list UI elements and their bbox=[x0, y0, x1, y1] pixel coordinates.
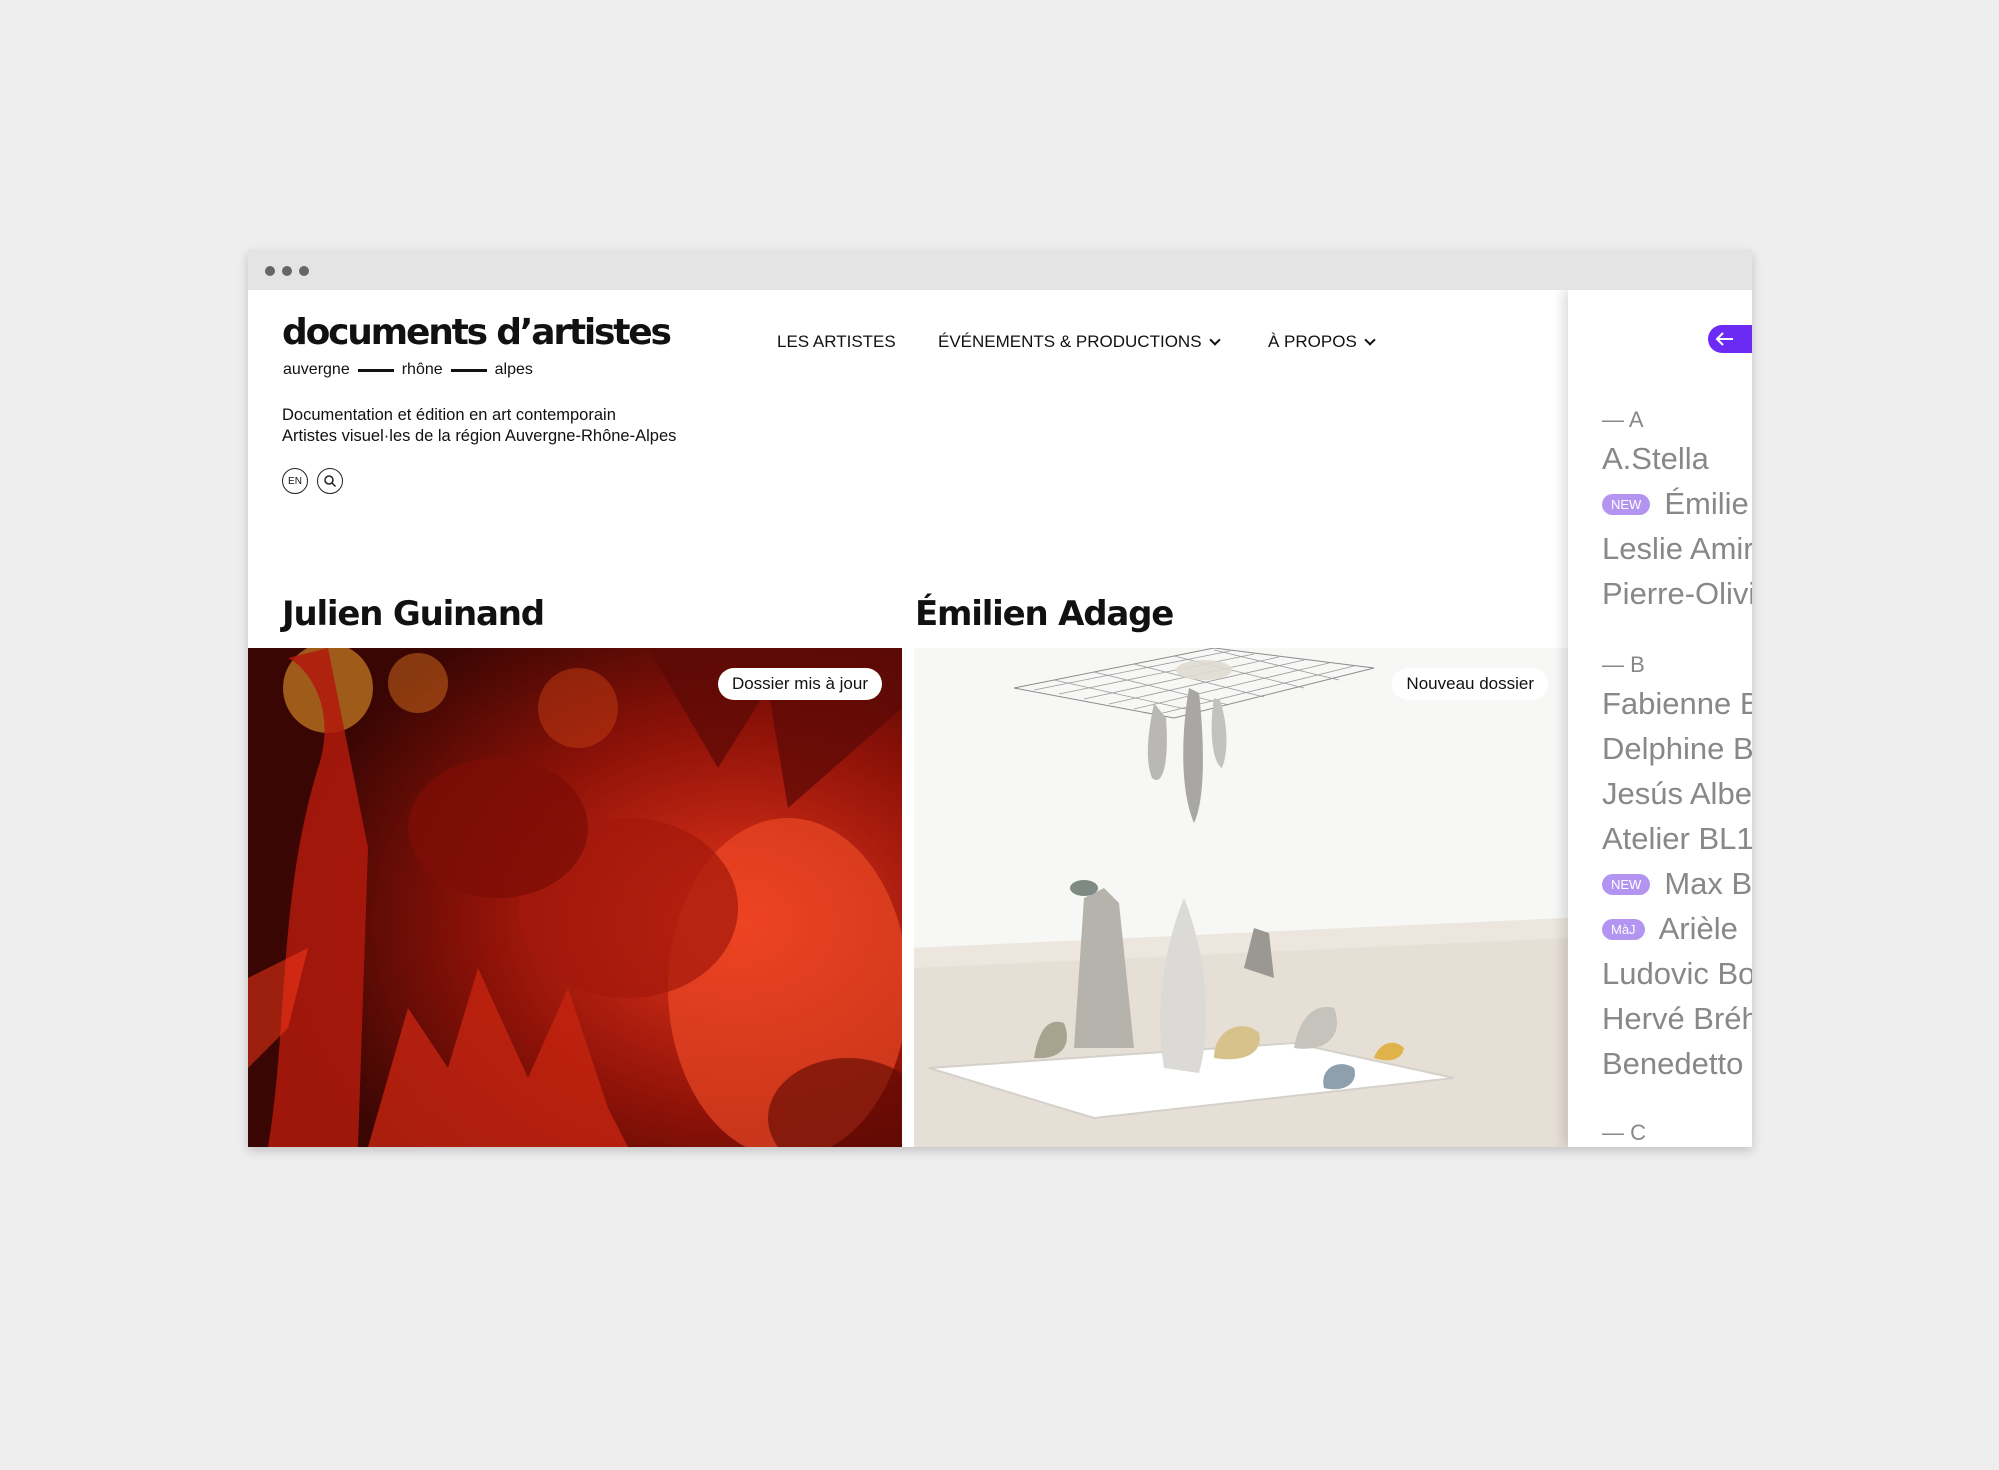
tagline-line-2: Artistes visuel·les de la région Auvergn… bbox=[282, 427, 677, 445]
language-button[interactable]: EN bbox=[282, 468, 308, 494]
window-dot-icon[interactable] bbox=[282, 266, 292, 276]
artist-link[interactable]: Ludovic Bo bbox=[1602, 956, 1752, 992]
logo-sub-rhone: rhône bbox=[401, 361, 443, 378]
artist-link-label: Hervé Bréh bbox=[1602, 1001, 1752, 1036]
logo-subtitle: auvergne rhône alpes bbox=[283, 361, 533, 379]
artist-link[interactable]: Fabienne B bbox=[1602, 686, 1752, 722]
nav-about-label: À PROPOS bbox=[1268, 332, 1357, 351]
artist-link[interactable]: Pierre-Olivi bbox=[1602, 576, 1752, 612]
chevron-down-icon bbox=[1208, 333, 1221, 346]
artist-index-panel: — A A.Stella NEW Émilie Leslie Amir Pier… bbox=[1568, 290, 1752, 1147]
nav-about[interactable]: À PROPOS bbox=[1268, 332, 1376, 352]
browser-titlebar bbox=[248, 250, 1752, 290]
artist-link-label: Fabienne B bbox=[1602, 686, 1752, 721]
language-button-label: EN bbox=[288, 475, 302, 487]
logo-sub-auvergne: auvergne bbox=[283, 361, 350, 378]
new-badge: NEW bbox=[1602, 873, 1651, 895]
artist-link-label: Delphine B bbox=[1602, 731, 1752, 766]
artist-link-label: Arièle bbox=[1658, 911, 1738, 946]
artist-link[interactable]: A.Stella bbox=[1602, 441, 1709, 477]
status-badge: Nouveau dossier bbox=[1392, 668, 1548, 700]
status-badge: Dossier mis à jour bbox=[717, 668, 882, 700]
artist-link[interactable]: Hervé Bréh bbox=[1602, 1001, 1752, 1037]
logo-sub-alpes: alpes bbox=[494, 361, 533, 378]
nav-events-label: ÉVÉNEMENTS & PRODUCTIONS bbox=[938, 332, 1202, 351]
artist-link-label: Benedetto bbox=[1602, 1046, 1744, 1081]
new-badge: NEW bbox=[1602, 493, 1651, 515]
artist-link-label: Jesús Albe bbox=[1602, 776, 1752, 811]
artist-link[interactable]: Benedetto bbox=[1602, 1046, 1743, 1082]
artist-link-label: Pierre-Olivi bbox=[1602, 576, 1752, 611]
artist-link-label: A.Stella bbox=[1602, 441, 1709, 476]
search-button[interactable] bbox=[317, 468, 343, 494]
window-dot-icon[interactable] bbox=[299, 266, 309, 276]
page-viewport: documents d’artistes auvergne rhône alpe… bbox=[248, 290, 1752, 1147]
artist-link-label: Max B bbox=[1664, 866, 1752, 901]
artist-card-image[interactable]: Nouveau dossier bbox=[914, 648, 1568, 1147]
installation-photo bbox=[914, 648, 1568, 1147]
back-button[interactable] bbox=[1708, 325, 1752, 353]
chevron-down-icon bbox=[1364, 333, 1376, 346]
section-letter: — C bbox=[1602, 1120, 1646, 1145]
updated-badge: MàJ bbox=[1602, 918, 1645, 940]
nav-artists-label: LES ARTISTES bbox=[777, 332, 896, 351]
section-letter: — A bbox=[1602, 407, 1644, 432]
artist-name[interactable]: Julien Guinand bbox=[282, 594, 545, 634]
artist-link-label: Émilie bbox=[1664, 486, 1749, 521]
arrow-left-icon bbox=[1715, 332, 1733, 346]
site-tagline: Documentation et édition en art contempo… bbox=[282, 405, 676, 447]
artist-link[interactable]: Jesús Albe bbox=[1602, 776, 1752, 812]
site-logo[interactable]: documents d’artistes bbox=[282, 312, 672, 353]
artist-link[interactable]: Delphine B bbox=[1602, 731, 1752, 767]
artist-link[interactable]: NEW Max B bbox=[1602, 866, 1752, 902]
main-content: documents d’artistes auvergne rhône alpe… bbox=[248, 290, 1568, 1147]
search-icon bbox=[324, 475, 337, 488]
artist-link[interactable]: Atelier BL11 bbox=[1602, 821, 1752, 857]
artist-link[interactable]: Leslie Amir bbox=[1602, 531, 1752, 567]
artist-link-label: Leslie Amir bbox=[1602, 531, 1752, 566]
artist-link[interactable]: MàJ Arièle bbox=[1602, 911, 1738, 947]
browser-window: documents d’artistes auvergne rhône alpe… bbox=[248, 250, 1752, 1147]
artist-link-label: Ludovic Bo bbox=[1602, 956, 1752, 991]
tagline-line-1: Documentation et édition en art contempo… bbox=[282, 406, 616, 424]
window-dot-icon[interactable] bbox=[265, 266, 275, 276]
artist-card-image[interactable]: Dossier mis à jour bbox=[248, 648, 902, 1147]
nav-artists[interactable]: LES ARTISTES bbox=[777, 332, 896, 352]
artist-link-label: Atelier BL11 bbox=[1602, 821, 1752, 856]
artist-name[interactable]: Émilien Adage bbox=[915, 594, 1174, 634]
artist-link[interactable]: NEW Émilie bbox=[1602, 486, 1749, 522]
logo-dash bbox=[357, 368, 394, 372]
logo-dash bbox=[450, 368, 487, 372]
foliage-photo bbox=[248, 648, 902, 1147]
nav-events[interactable]: ÉVÉNEMENTS & PRODUCTIONS bbox=[938, 332, 1221, 352]
section-letter: — B bbox=[1602, 652, 1645, 677]
